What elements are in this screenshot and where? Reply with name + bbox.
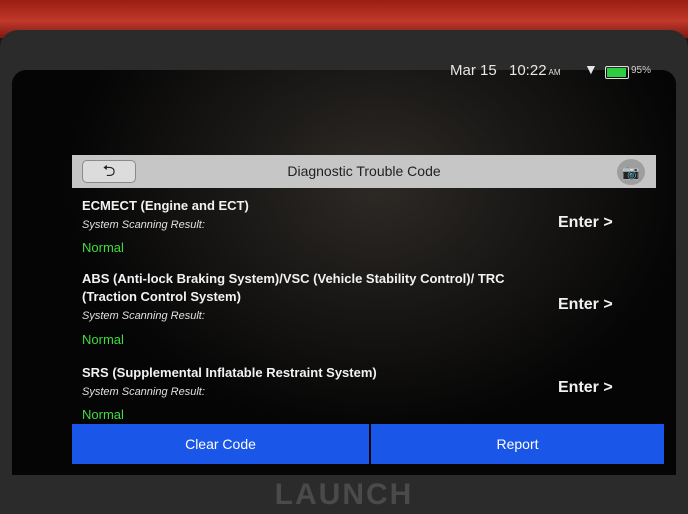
clear-code-button[interactable]: Clear Code [72,424,369,464]
battery-fill [607,68,626,77]
system-scan-label: System Scanning Result: [82,219,205,231]
system-name: ABS (Anti-lock Braking System)/VSC (Vehi… [82,271,505,304]
report-button[interactable]: Report [371,424,664,464]
enter-button[interactable]: Enter > [558,296,613,314]
system-item-srs: SRS (Supplemental Inflatable Restraint S… [82,364,652,424]
system-scan-label: System Scanning Result: [82,310,205,322]
device-brand-logo: LAUNCH [274,478,414,511]
system-status: Normal [82,332,124,347]
system-scan-label: System Scanning Result: [82,386,205,398]
status-bar: Mar 15 10:22 AM ▼ 95% [62,60,651,82]
footer-bar: Clear Code Report [72,424,664,464]
status-time: 10:22 AM [509,62,561,79]
system-name: SRS (Supplemental Inflatable Restraint S… [82,365,377,380]
system-status: Normal [82,407,124,422]
enter-button[interactable]: Enter > [558,214,613,232]
wifi-icon: ▼ [584,61,598,77]
battery-percent: 95% [631,65,652,76]
status-time-value: 10:22 [509,62,547,79]
title-bar: ⮌ Diagnostic Trouble Code 📷 [72,155,656,188]
enter-button[interactable]: Enter > [558,379,613,397]
page-title: Diagnostic Trouble Code [287,163,441,179]
system-status: Normal [82,240,124,255]
system-item-ecmect: ECMECT (Engine and ECT) System Scanning … [82,197,652,257]
battery-icon [605,66,629,79]
system-name: ECMECT (Engine and ECT) [82,198,249,213]
screenshot-button[interactable]: 📷 [617,159,645,185]
status-date: Mar 15 [450,62,497,79]
system-item-abs-vsc-trc: ABS (Anti-lock Braking System)/VSC (Vehi… [82,270,652,350]
camera-icon: 📷 [622,164,640,180]
status-ampm: AM [548,68,561,77]
